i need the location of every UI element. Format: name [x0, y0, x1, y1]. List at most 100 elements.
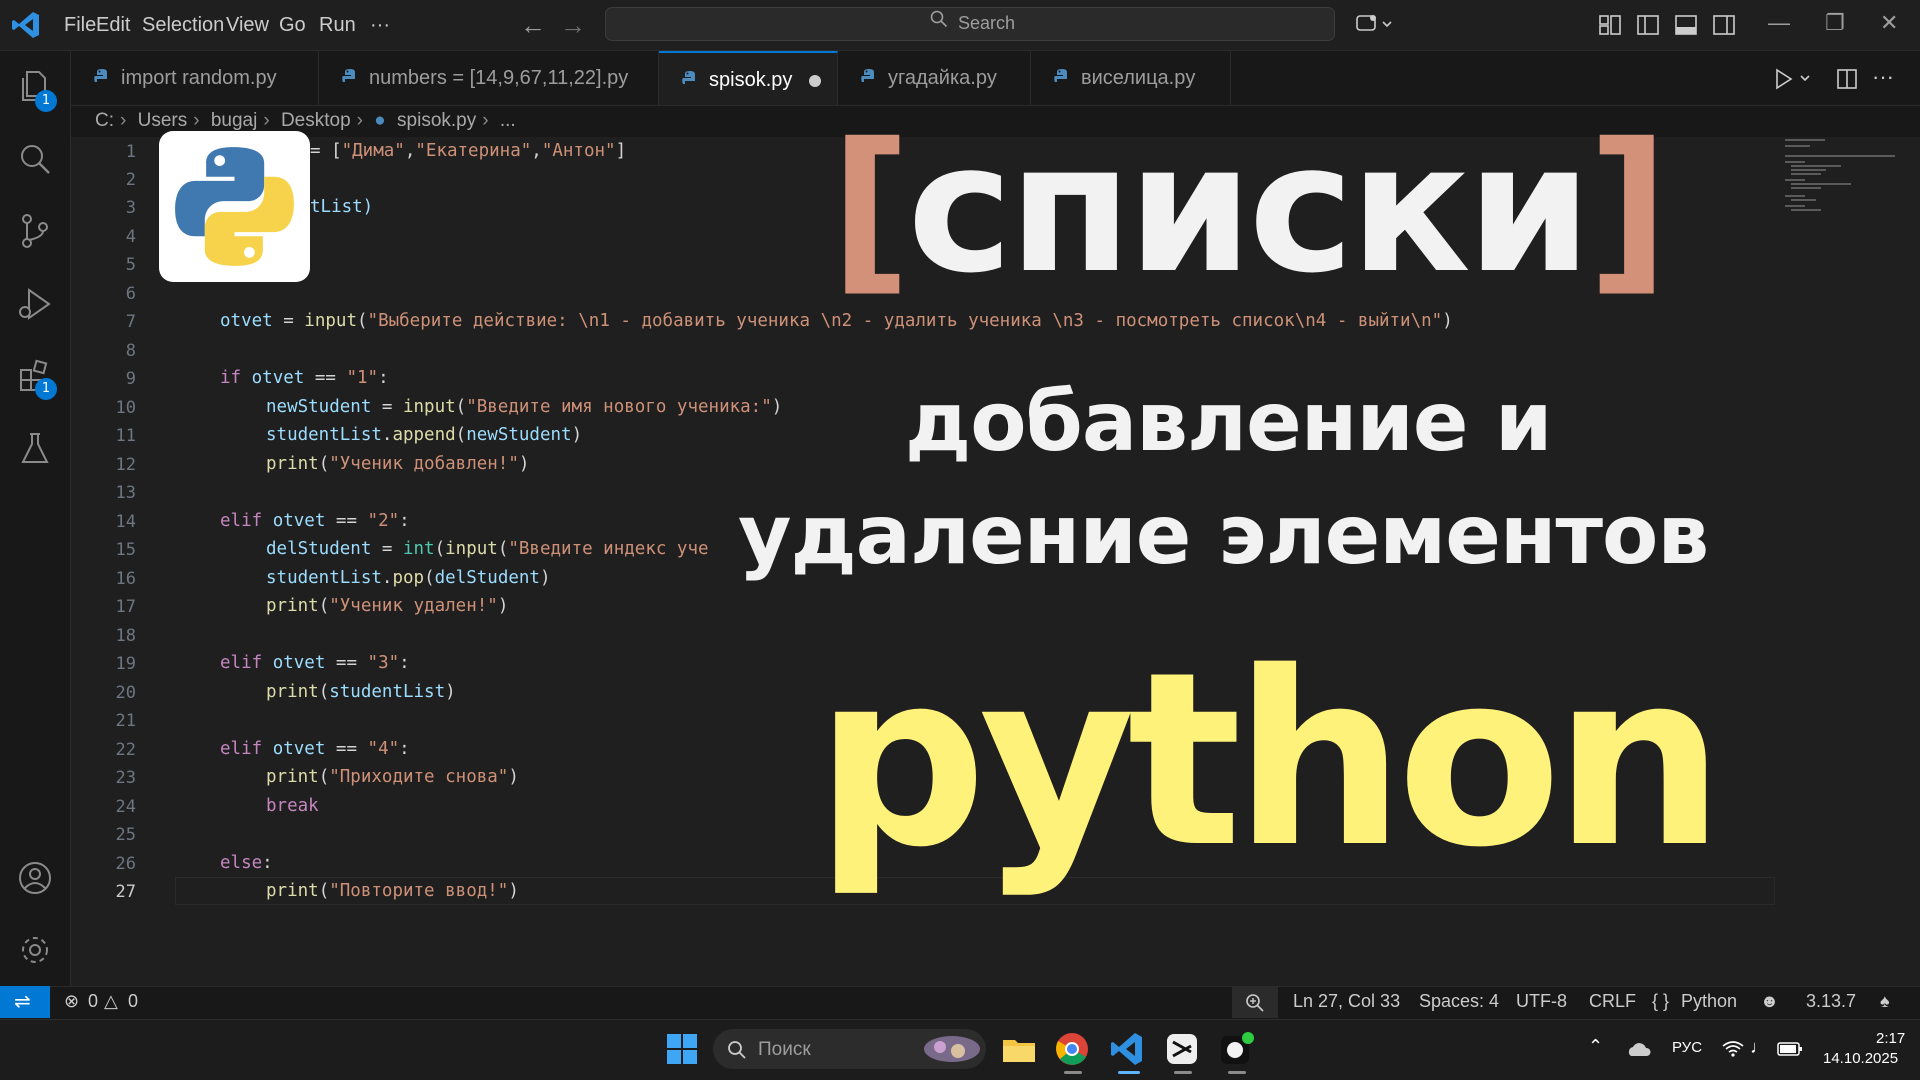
overlay-subtitle-1: добавление и	[905, 375, 1552, 470]
split-editor-icon[interactable]	[1836, 68, 1858, 90]
running-indicator	[1174, 1071, 1192, 1074]
menu-view[interactable]: View	[226, 14, 269, 37]
tab-label: import random.py	[121, 67, 277, 89]
python-logo-icon	[175, 147, 294, 266]
source-control-icon[interactable]	[15, 211, 55, 251]
overlay-subtitle-2: удаление элементов	[738, 488, 1709, 583]
warnings-count[interactable]: 0	[128, 991, 138, 1012]
copilot-status-icon[interactable]: ☻	[1760, 991, 1779, 1012]
tab-import-random[interactable]: import random.py	[71, 51, 319, 105]
search-activity-icon[interactable]	[15, 139, 55, 179]
tray-chevron-up-icon[interactable]: ⌃	[1588, 1036, 1603, 1057]
windows-start-icon[interactable]	[663, 1030, 701, 1068]
breadcrumb-item[interactable]: C:	[95, 110, 114, 131]
breadcrumb-item[interactable]: Desktop	[281, 110, 351, 131]
close-icon[interactable]: ✕	[1880, 10, 1898, 36]
copilot-icon[interactable]	[1355, 12, 1395, 36]
tab-label: угадайка.py	[888, 67, 997, 89]
line-number: 21	[115, 711, 136, 731]
language-mode[interactable]: Python	[1681, 991, 1737, 1012]
code-line-23: print("Приходите снова")	[266, 767, 519, 787]
code-line-26: else:	[220, 853, 273, 873]
settings-gear-icon[interactable]	[15, 930, 55, 970]
cat-app-icon[interactable]	[1217, 1030, 1255, 1068]
code-line-14: elif otvet == "2":	[220, 511, 410, 531]
errors-icon: ⊗	[64, 991, 80, 1011]
indentation[interactable]: Spaces: 4	[1419, 991, 1499, 1012]
clock-time[interactable]: 2:17	[1876, 1030, 1905, 1047]
tab-spisok[interactable]: spisok.py	[659, 51, 838, 105]
run-python-file-icon[interactable]	[1773, 67, 1817, 91]
run-debug-icon[interactable]	[15, 284, 55, 324]
tab-ugadayka[interactable]: угадайка.py	[838, 51, 1031, 105]
menu-edit[interactable]: Edit	[96, 14, 130, 37]
line-number: 2	[125, 170, 136, 190]
battery-icon[interactable]	[1777, 1041, 1803, 1057]
cursor-position[interactable]: Ln 27, Col 33	[1293, 991, 1400, 1012]
breadcrumb-item[interactable]: spisok.py	[397, 110, 476, 131]
python-file-icon	[342, 69, 355, 82]
back-arrow-icon[interactable]: ←	[520, 10, 546, 41]
customize-layout-icon[interactable]	[1598, 14, 1622, 36]
capcut-icon[interactable]	[1163, 1030, 1201, 1068]
toggle-panel-icon[interactable]	[1674, 14, 1698, 36]
minimize-icon[interactable]: —	[1768, 10, 1790, 36]
minimap[interactable]	[1785, 137, 1905, 227]
tab-numbers[interactable]: numbers = [14,9,67,11,22].py	[319, 51, 659, 105]
clock-date[interactable]: 14.10.2025	[1823, 1050, 1898, 1067]
tab-viselitsa[interactable]: виселица.py	[1031, 51, 1231, 105]
line-number-current: 27	[115, 882, 136, 902]
code-line-7: otvet = input("Выберите действие: \n1 - …	[220, 311, 1453, 331]
volume-icon[interactable]: ♩	[1750, 1037, 1768, 1058]
breadcrumb-item[interactable]: ...	[500, 110, 516, 131]
menu-selection[interactable]: Selection	[142, 14, 224, 37]
breadcrumb-item[interactable]: Users	[138, 110, 188, 131]
zoom-indicator[interactable]	[1232, 987, 1278, 1018]
onedrive-icon[interactable]	[1625, 1040, 1651, 1058]
line-number: 3	[125, 198, 136, 218]
restore-icon[interactable]: ❐	[1825, 10, 1845, 36]
python-file-icon	[682, 71, 695, 84]
menu-go[interactable]: Go	[279, 14, 306, 37]
errors-count[interactable]: 0	[88, 991, 98, 1012]
chrome-icon[interactable]	[1053, 1030, 1091, 1068]
tab-label: виселица.py	[1081, 67, 1196, 89]
vscode-taskbar-icon[interactable]	[1108, 1030, 1146, 1068]
file-explorer-icon[interactable]	[1000, 1030, 1038, 1068]
code-line-27: print("Повторите ввод!")	[266, 881, 519, 901]
testing-flask-icon[interactable]	[15, 428, 55, 468]
breadcrumb-item[interactable]: bugaj	[211, 110, 258, 131]
python-file-icon	[94, 69, 107, 82]
toggle-secondary-sidebar-icon[interactable]	[1712, 14, 1736, 36]
encoding[interactable]: UTF-8	[1516, 991, 1567, 1012]
code-line-19: elif otvet == "3":	[220, 653, 410, 673]
zoom-icon	[1246, 994, 1264, 1012]
notifications-bell-icon[interactable]: ♠	[1880, 991, 1890, 1012]
extensions-badge: 1	[35, 378, 57, 400]
line-number: 13	[115, 483, 136, 503]
line-number: 1	[125, 142, 136, 162]
input-language[interactable]: РУС	[1672, 1039, 1702, 1056]
end-of-line[interactable]: CRLF	[1589, 991, 1636, 1012]
python-file-icon	[861, 69, 874, 82]
forward-arrow-icon[interactable]: →	[560, 10, 586, 41]
unsaved-dot-icon[interactable]	[809, 75, 821, 87]
wifi-icon[interactable]	[1722, 1040, 1744, 1058]
taskbar-search-placeholder: Поиск	[758, 1039, 811, 1060]
line-number: 26	[115, 854, 136, 874]
python-version[interactable]: 3.13.7	[1806, 991, 1856, 1012]
chevron-right-icon: ›	[482, 110, 489, 131]
remote-indicator[interactable]: ⇌	[0, 986, 50, 1018]
toggle-primary-sidebar-icon[interactable]	[1636, 14, 1660, 36]
accounts-icon[interactable]	[15, 858, 55, 898]
menu-run[interactable]: Run	[319, 14, 356, 37]
line-number: 8	[125, 341, 136, 361]
line-number: 16	[115, 569, 136, 589]
more-actions-icon[interactable]: ···	[1872, 64, 1894, 90]
code-line-22: elif otvet == "4":	[220, 739, 410, 759]
menu-file[interactable]: File	[64, 14, 96, 37]
menu-more[interactable]: ···	[370, 14, 390, 37]
line-number: 24	[115, 797, 136, 817]
overlay-python-word: python	[815, 620, 1725, 900]
code-line-11: studentList.append(newStudent)	[266, 425, 583, 445]
